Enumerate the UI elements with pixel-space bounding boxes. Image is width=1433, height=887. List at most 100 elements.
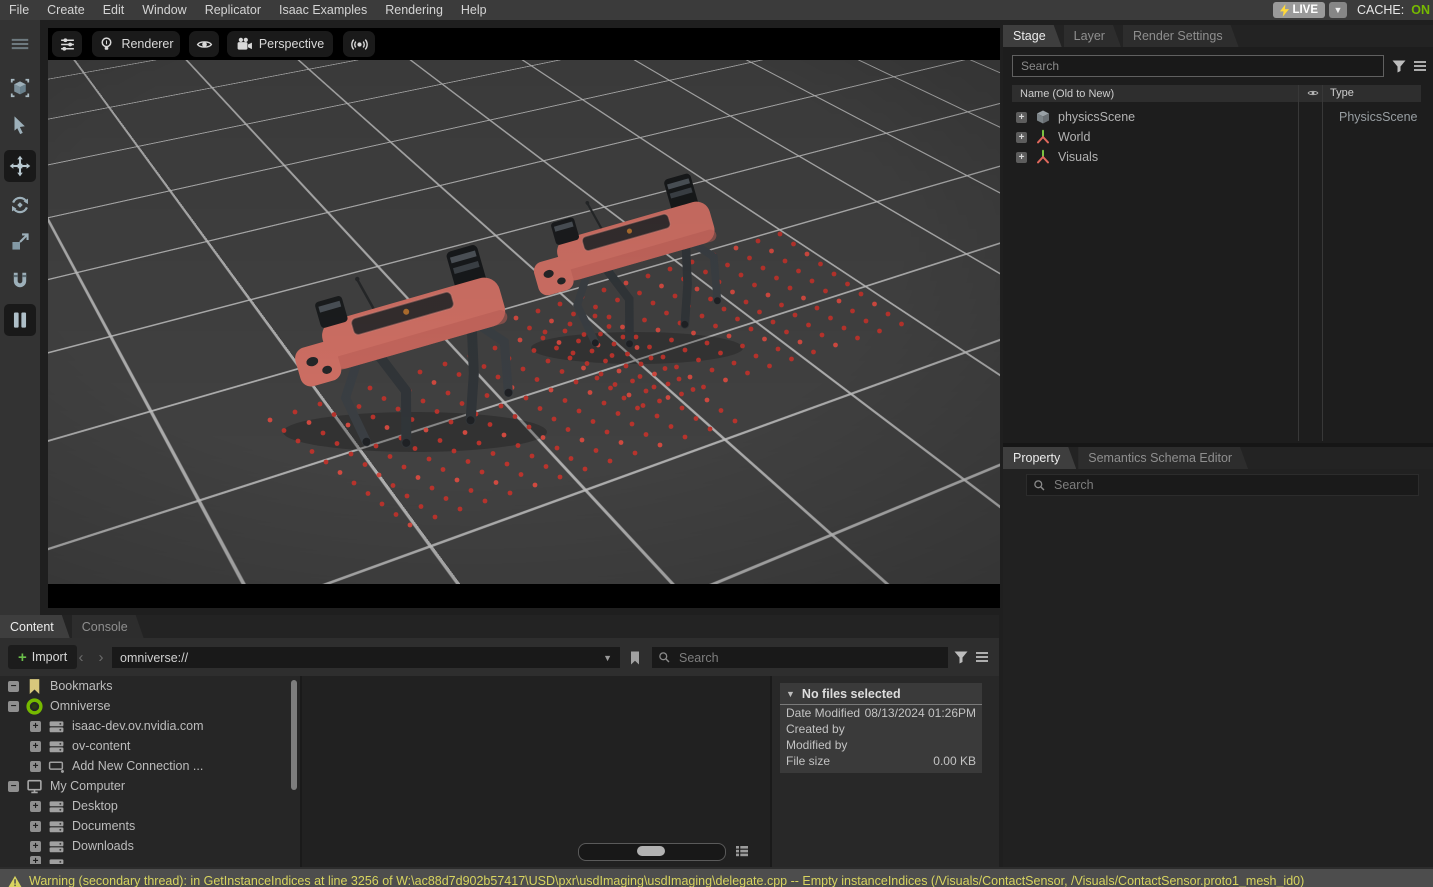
expand-icon[interactable]: +: [30, 841, 41, 852]
expand-icon[interactable]: +: [30, 801, 41, 812]
tab-stage[interactable]: Stage: [1003, 25, 1062, 47]
file-grid-area[interactable]: [302, 676, 772, 877]
rotate-tool-button[interactable]: [4, 189, 36, 221]
tree-item-label: Documents: [72, 819, 135, 833]
back-button[interactable]: ‹: [72, 645, 90, 669]
snap-tool-button[interactable]: [4, 265, 36, 297]
tree-scrollbar[interactable]: [291, 680, 297, 790]
path-dropdown-icon[interactable]: ▼: [603, 653, 612, 663]
bookmark-button[interactable]: [625, 647, 645, 668]
tab-layer[interactable]: Layer: [1064, 25, 1121, 47]
collapse-icon[interactable]: −: [8, 701, 19, 712]
menu-item-rendering[interactable]: Rendering: [376, 0, 452, 20]
menu-item-isaac-examples[interactable]: Isaac Examples: [270, 0, 376, 20]
tree-item-downloads[interactable]: +Downloads: [0, 836, 300, 856]
tree-item-label: Omniverse: [50, 699, 110, 713]
xform-icon: [1035, 149, 1051, 165]
menu-item-replicator[interactable]: Replicator: [196, 0, 270, 20]
menu-item-create[interactable]: Create: [38, 0, 94, 20]
camera-dropdown[interactable]: Perspective: [227, 31, 333, 57]
tab-console[interactable]: Console: [72, 615, 144, 638]
content-filter-button[interactable]: [953, 649, 969, 665]
stage-tabbar: Stage Layer Render Settings: [1003, 25, 1433, 47]
select-tool-button[interactable]: [4, 110, 36, 142]
stage-row-physicsScene[interactable]: +physicsScenePhysicsScene: [1012, 107, 1421, 127]
live-dropdown-button[interactable]: ▼: [1329, 2, 1347, 18]
import-button[interactable]: + Import: [8, 645, 77, 669]
tree-item-label: ov-content: [72, 739, 130, 753]
menu-item-file[interactable]: File: [0, 0, 38, 20]
tree-item-documents[interactable]: + Documents: [0, 816, 300, 836]
tab-semantics-schema-editor[interactable]: Semantics Schema Editor: [1078, 447, 1248, 469]
collapse-icon[interactable]: −: [8, 781, 19, 792]
tree-item-add-new-connection-[interactable]: +Add New Connection ...: [0, 756, 300, 776]
tree-item-clipped[interactable]: +: [0, 856, 300, 864]
expand-icon[interactable]: +: [1016, 152, 1027, 163]
tree-item-bookmarks[interactable]: −Bookmarks: [0, 676, 300, 696]
sliders-icon: [59, 36, 76, 53]
content-search[interactable]: [652, 647, 948, 668]
audio-button[interactable]: [343, 31, 375, 57]
slider-handle[interactable]: [637, 846, 665, 856]
expand-icon[interactable]: +: [1016, 112, 1027, 123]
live-button[interactable]: LIVE: [1273, 2, 1325, 18]
hamburger-icon: [974, 649, 990, 665]
details-block: ▼ No files selected Date Modified08/13/2…: [780, 683, 982, 773]
tree-item-my-computer[interactable]: −My Computer: [0, 776, 300, 796]
tree-item-isaac-dev-ov-nvidia-com[interactable]: +isaac-dev.ov.nvidia.com: [0, 716, 300, 736]
content-search-input[interactable]: [677, 650, 942, 666]
tree-item-omniverse[interactable]: − Omniverse: [0, 696, 300, 716]
expand-icon[interactable]: +: [1016, 132, 1027, 143]
viewport-canvas[interactable]: [48, 60, 1000, 584]
pause-button[interactable]: [4, 304, 36, 336]
warning-icon: [8, 875, 22, 887]
visibility-button[interactable]: [189, 31, 219, 57]
scene-overlay: [48, 60, 1000, 584]
menu-item-help[interactable]: Help: [452, 0, 496, 20]
prim-name-label: World: [1058, 130, 1090, 144]
view-mode-toggle[interactable]: [734, 843, 750, 859]
lightbulb-icon: [98, 36, 115, 53]
stage-row-Visuals[interactable]: + Visuals: [1012, 147, 1421, 167]
stage-search-input[interactable]: [1012, 55, 1384, 77]
expand-icon[interactable]: +: [30, 721, 41, 732]
visibility-column-icon: [1306, 87, 1320, 99]
move-tool-button[interactable]: [4, 150, 36, 182]
collapse-icon[interactable]: −: [8, 681, 19, 692]
expand-icon[interactable]: +: [30, 761, 41, 772]
expand-icon[interactable]: +: [30, 741, 41, 752]
renderer-dropdown[interactable]: Renderer: [92, 31, 180, 57]
property-search-input[interactable]: [1052, 477, 1412, 493]
stage-row-World[interactable]: + World: [1012, 127, 1421, 147]
selection-mode-button[interactable]: [4, 72, 36, 104]
eye-icon: [196, 36, 213, 53]
stage-filter-button[interactable]: [1391, 58, 1407, 74]
forward-button[interactable]: ›: [92, 645, 110, 669]
details-header[interactable]: ▼ No files selected: [780, 683, 982, 705]
omniverse-icon: [26, 698, 43, 715]
tab-content[interactable]: Content: [0, 615, 70, 638]
stage-column-header[interactable]: Name (Old to New) Type: [1012, 85, 1421, 102]
property-search[interactable]: [1026, 474, 1419, 496]
content-body: −Bookmarks−Omniverse+isaac-dev.ov.nvidia…: [0, 676, 999, 877]
toolbar-handle-icon[interactable]: [4, 28, 36, 60]
stage-options-button[interactable]: [1412, 58, 1428, 74]
expand-icon[interactable]: +: [30, 856, 41, 864]
expand-icon[interactable]: +: [30, 821, 41, 832]
menu-item-edit[interactable]: Edit: [94, 0, 134, 20]
menu-item-window[interactable]: Window: [133, 0, 195, 20]
tab-render-settings[interactable]: Render Settings: [1123, 25, 1239, 47]
scale-tool-button[interactable]: [4, 226, 36, 258]
menu-bar: FileCreateEditWindowReplicatorIsaac Exam…: [0, 0, 1433, 20]
thumbnail-size-slider[interactable]: [578, 843, 726, 861]
tree-item-ov-content[interactable]: + ov-content: [0, 736, 300, 756]
drive-icon: [48, 718, 65, 735]
path-bar[interactable]: omniverse:// ▼: [112, 647, 620, 668]
isaac-sim-window: FileCreateEditWindowReplicatorIsaac Exam…: [0, 0, 1433, 887]
prim-name-label: Visuals: [1058, 150, 1098, 164]
tree-item-desktop[interactable]: +Desktop: [0, 796, 300, 816]
tab-property[interactable]: Property: [1003, 447, 1076, 469]
viewport-settings-button[interactable]: [52, 31, 82, 57]
camera-icon: [236, 36, 253, 53]
content-options-button[interactable]: [974, 649, 990, 665]
